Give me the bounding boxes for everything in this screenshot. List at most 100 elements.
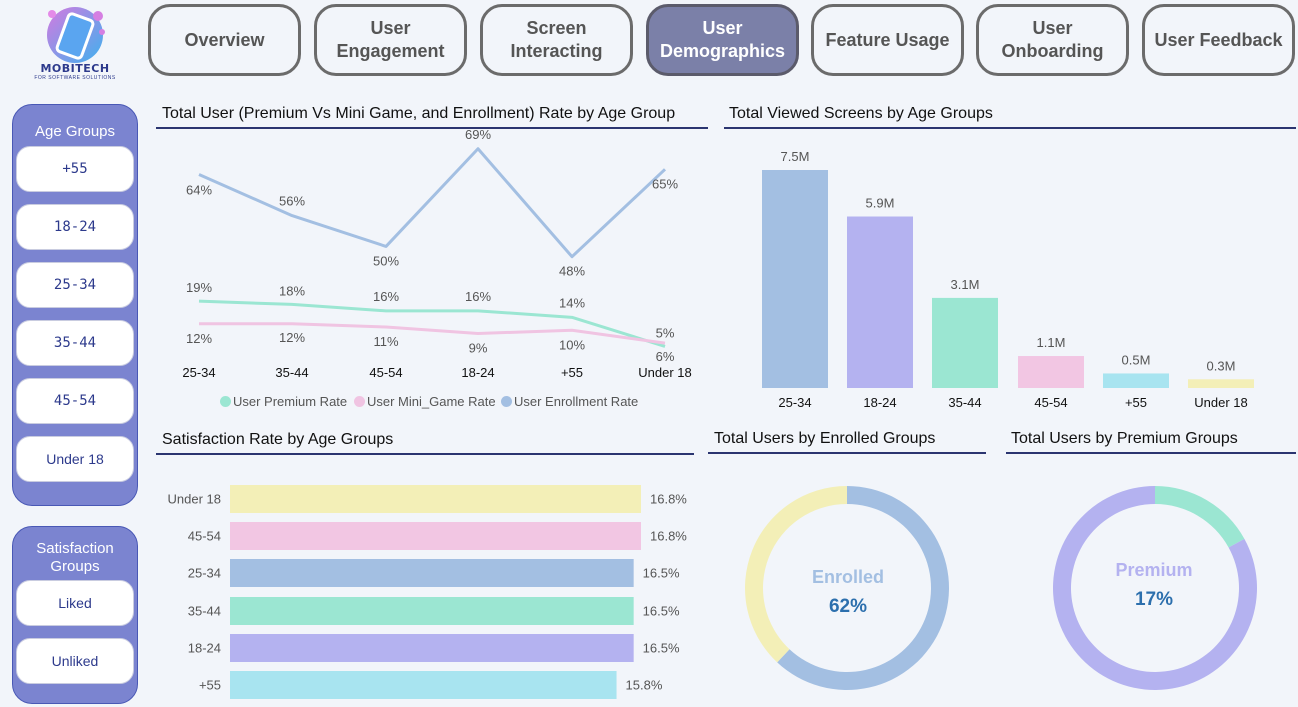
- data-label-user-enrollment-rate-under-18: 65%: [652, 176, 678, 191]
- data-label-user-premium-rate-plus55: 14%: [559, 295, 585, 310]
- x-tick-label-35-44: 35-44: [275, 365, 308, 380]
- bar-category-label-plus55: +55: [1125, 395, 1147, 410]
- data-label-user-premium-rate-25-34: 19%: [186, 280, 212, 295]
- x-tick-label-25-34: 25-34: [182, 365, 215, 380]
- hbar-chart-title: Satisfaction Rate by Age Groups: [162, 431, 394, 448]
- hbar-35-44: [230, 597, 634, 625]
- hbar-value-label-35-44: 16.5%: [643, 604, 680, 619]
- data-label-user-enrollment-rate-35-44: 56%: [279, 194, 305, 209]
- line-chart-title: Total User (Premium Vs Mini Game, and En…: [162, 105, 676, 122]
- age-groups-title: Age Groups: [34, 123, 116, 140]
- bar-category-label-18-24: 18-24: [863, 395, 896, 410]
- tab-user-demographics[interactable]: User Demographics: [646, 4, 799, 76]
- data-label-user-mini-game-rate-18-24: 9%: [469, 340, 488, 355]
- slicer-item-55plus[interactable]: +55: [16, 146, 134, 192]
- legend-minigame-swatch: [354, 396, 365, 407]
- legend-minigame: User Mini_Game Rate: [354, 394, 496, 409]
- hbar-value-label-45-54: 16.8%: [650, 529, 687, 544]
- line-chart-title-underline: [156, 127, 708, 129]
- slicer-item-under-18[interactable]: Under 18: [16, 436, 134, 482]
- x-tick-label-18-24: 18-24: [461, 365, 494, 380]
- data-label-user-premium-rate-under-18: 5%: [656, 325, 675, 340]
- legend-enrollment: User Enrollment Rate: [501, 394, 638, 409]
- enrolled-center-text: Enrolled: [811, 567, 884, 587]
- slicer-item-unliked[interactable]: Unliked: [16, 638, 134, 684]
- enrolled-donut-title-underline: [708, 452, 986, 454]
- hbar-value-label-plus55: 15.8%: [626, 678, 663, 693]
- age-groups-slicer: Age Groups +55 18-24 25-34 35-44 45-54 U…: [12, 104, 138, 506]
- hbar-plus55: [230, 671, 617, 699]
- bar-category-label-25-34: 25-34: [778, 395, 811, 410]
- slicer-item-25-34[interactable]: 25-34: [16, 262, 134, 308]
- tab-feature-usage[interactable]: Feature Usage: [811, 4, 964, 76]
- data-label-user-enrollment-rate-25-34: 64%: [186, 182, 212, 197]
- hbar-45-54: [230, 522, 641, 550]
- hbar-category-label-18-24: 18-24: [188, 641, 221, 656]
- dashboard: MOBITECH FOR SOFTWARE SOLUTIONS Overview…: [0, 0, 1298, 707]
- x-tick-label-plus55: +55: [561, 365, 583, 380]
- hbar-value-label-18-24: 16.5%: [643, 641, 680, 656]
- data-label-user-mini-game-rate-35-44: 12%: [279, 330, 305, 345]
- legend-premium: User Premium Rate: [220, 394, 347, 409]
- slicer-item-liked[interactable]: Liked: [16, 580, 134, 626]
- data-label-user-mini-game-rate-under-18: 6%: [656, 349, 675, 364]
- bar-category-label-45-54: 45-54: [1034, 395, 1067, 410]
- bar-value-label-25-34: 7.5M: [781, 149, 810, 164]
- hbar-category-label-35-44: 35-44: [188, 604, 221, 619]
- premium-center-text: Premium: [1115, 560, 1193, 580]
- bar-under-18: [1188, 379, 1254, 388]
- tab-user-onboarding[interactable]: User Onboarding: [976, 4, 1129, 76]
- bar-value-label-18-24: 5.9M: [866, 196, 895, 211]
- bar-category-label-under-18: Under 18: [1194, 395, 1247, 410]
- premium-donut-slice-premium: [1155, 486, 1245, 548]
- premium-donut-title-underline: [1006, 452, 1296, 454]
- premium-center-value: 17%: [1134, 589, 1174, 610]
- hbar-category-label-45-54: 45-54: [188, 529, 221, 544]
- bar-18-24: [847, 216, 913, 388]
- data-label-user-mini-game-rate-25-34: 12%: [186, 331, 212, 346]
- hbar-value-label-under-18: 16.8%: [650, 492, 687, 507]
- tab-screen-interacting[interactable]: Screen Interacting: [480, 4, 633, 76]
- bar-45-54: [1018, 356, 1084, 388]
- slicer-item-45-54[interactable]: 45-54: [16, 378, 134, 424]
- hbar-chart-title-underline: [156, 453, 694, 455]
- x-tick-label-45-54: 45-54: [369, 365, 402, 380]
- series-line-user-premium-rate: [198, 299, 666, 348]
- bar-35-44: [932, 297, 998, 388]
- bar-25-34: [762, 170, 828, 388]
- x-tick-label-under-18: Under 18: [638, 365, 691, 380]
- bar-value-label-45-54: 1.1M: [1037, 335, 1066, 350]
- data-label-user-premium-rate-35-44: 18%: [279, 283, 305, 298]
- bar-category-label-35-44: 35-44: [948, 395, 981, 410]
- tab-overview[interactable]: Overview: [148, 4, 301, 76]
- enrolled-center-label: Enrolled 62%: [748, 567, 948, 618]
- series-line-user-mini-game-rate: [199, 322, 666, 345]
- satisfaction-groups-slicer: Satisfaction Groups Liked Unliked: [12, 526, 138, 704]
- data-label-user-enrollment-rate-18-24: 69%: [465, 127, 491, 142]
- tab-user-engagement[interactable]: User Engagement: [314, 4, 467, 76]
- bar-plus55: [1103, 373, 1169, 388]
- hbar-category-label-plus55: +55: [199, 678, 221, 693]
- series-line-user-enrollment-rate: [198, 147, 667, 259]
- hbar-under-18: [230, 485, 641, 513]
- hbar-25-34: [230, 559, 634, 587]
- slicer-item-35-44[interactable]: 35-44: [16, 320, 134, 366]
- data-label-user-premium-rate-45-54: 16%: [373, 289, 399, 304]
- hbar-18-24: [230, 634, 634, 662]
- data-label-user-mini-game-rate-plus55: 10%: [559, 337, 585, 352]
- premium-donut-title: Total Users by Premium Groups: [1011, 430, 1238, 447]
- bar-chart-title-underline: [724, 127, 1296, 129]
- bar-chart-title: Total Viewed Screens by Age Groups: [729, 105, 993, 122]
- bar-value-label-under-18: 0.3M: [1207, 358, 1236, 373]
- data-label-user-enrollment-rate-plus55: 48%: [559, 264, 585, 279]
- legend-enrollment-swatch: [501, 396, 512, 407]
- tab-user-feedback[interactable]: User Feedback: [1142, 4, 1295, 76]
- enrolled-center-value: 62%: [828, 596, 868, 617]
- premium-center-label: Premium 17%: [1054, 560, 1254, 611]
- enrolled-donut-title: Total Users by Enrolled Groups: [714, 430, 936, 447]
- data-label-user-mini-game-rate-45-54: 11%: [373, 334, 398, 349]
- hbar-value-label-25-34: 16.5%: [643, 566, 680, 581]
- satisfaction-groups-title: Satisfaction Groups: [36, 540, 114, 575]
- slicer-item-18-24[interactable]: 18-24: [16, 204, 134, 250]
- bar-value-label-35-44: 3.1M: [951, 277, 980, 292]
